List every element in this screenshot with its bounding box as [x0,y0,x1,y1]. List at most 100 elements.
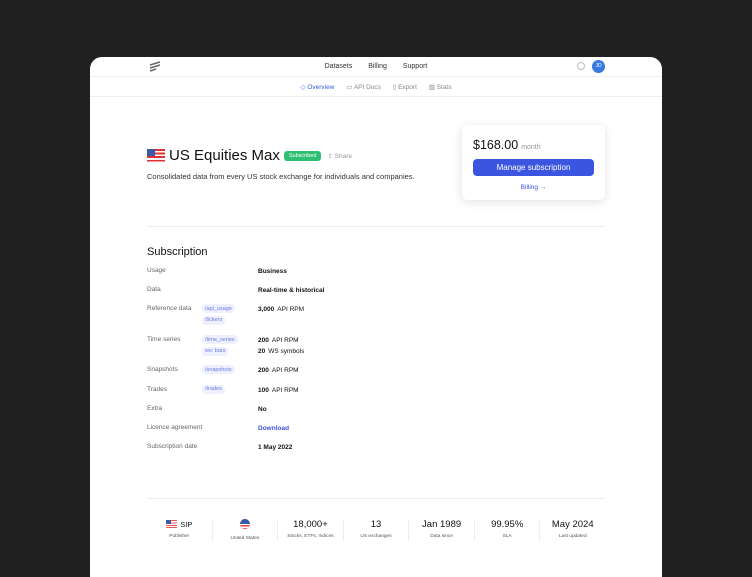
row-value: 1 May 2022 [258,443,292,454]
row-label: Data [147,286,161,294]
tab-overview[interactable]: ◇ Overview [301,84,335,91]
row-label: Extra [147,404,163,412]
table-row: Snapshots/snapshots 200 API RPM [147,365,447,385]
row-value: 3,000 API RPM [258,305,304,316]
divider [147,226,605,227]
row-label: Subscription date [147,443,198,451]
stat-value: 18,000+ [293,519,328,530]
row-value: Business [258,267,287,278]
share-button[interactable]: ⇪ Share [327,153,352,160]
top-nav: Datasets Billing Support JD [90,57,662,77]
endpoint-tags: /time_series ws: bars [202,335,238,358]
stat-label: Stocks, ETFs, Indices [287,534,334,539]
endpoint-tag[interactable]: /tickers [202,315,226,325]
endpoint-tags: /snapshots [202,365,235,377]
table-row: Usage Business [147,267,447,286]
tab-label: Overview [307,84,335,91]
nav-datasets[interactable]: Datasets [325,63,353,70]
value-text: 1 May 2022 [258,444,293,452]
tab-api-docs[interactable]: ▭ API Docs [346,84,381,91]
value-line: 1 May 2022 [258,443,292,454]
table-row: Extra No [147,405,447,424]
table-row: Data Real-time & historical [147,286,447,305]
value-line: No [258,405,267,416]
billing-link[interactable]: Billing → [473,184,594,191]
stats-bar: SIP Publisher United States 18,000+ Stocks, … [147,519,605,541]
stat-label: SLA [502,534,512,539]
tab-label: Stats [436,84,452,91]
endpoint-tags: /api_usage/tickers [202,304,235,327]
stat-item: 99.95% SLA [473,519,540,541]
endpoint-tag[interactable]: /time_series [202,335,238,345]
stat-label: Data since [430,534,453,539]
value-line: 200 API RPM [258,366,299,377]
app-window: Datasets Billing Support JD ◇ Overview ▭… [90,57,662,577]
stat-value-text: SIP [180,519,193,529]
value-text: Business [258,268,287,275]
value-line: 3,000 API RPM [258,305,304,316]
value-unit: WS symbols [268,347,305,355]
divider [147,498,605,499]
table-row: Subscription date 1 May 2022 [147,443,447,462]
stat-label: United States [230,536,260,541]
stat-item: Jan 1989 Data since [408,519,474,541]
endpoint-tags: /trades [202,384,225,397]
row-value: 100 API RPM [258,386,299,397]
download-link[interactable]: Download [258,425,289,432]
manage-subscription-button[interactable]: Manage subscription [473,159,594,176]
value-unit: API RPM [271,386,299,394]
value-line: Real-time & historical [258,286,324,297]
row-value: Real-time & historical [258,286,324,297]
nav-billing[interactable]: Billing [368,63,387,70]
value-line: 100 API RPM [258,386,299,397]
row-label: Snapshots [147,366,178,374]
stat-item: 13 US exchanges [342,519,409,541]
row-label: Time series [147,336,181,344]
stat-item: United States [211,519,278,541]
table-row: Reference data/api_usage/tickers 3,000 API… [147,304,447,336]
us-flag-icon [147,149,165,163]
dataset-header: US Equities Max Subscribed ⇪ Share Consoli… [147,147,415,181]
row-label: Licence agreement [147,423,203,431]
tab-export[interactable]: ▯ Export [393,84,417,91]
search-icon[interactable] [577,62,585,70]
value-line: Business [258,267,287,278]
value-number: 200 [258,367,269,375]
value-line: 200 API RPM [258,336,304,347]
share-label: Share [334,152,353,160]
table-row: Time series/time_series ws: bars 200 API RP… [147,335,447,366]
stat-item: 18,000+ Stocks, ETFs, Indices [277,519,343,541]
endpoint-tag[interactable]: /snapshots [202,365,235,375]
stat-value: 13 [370,519,382,530]
page-title: US Equities Max [169,147,280,165]
price-period: month [521,144,541,151]
row-value: No [258,405,267,416]
value-unit: API RPM [277,306,305,314]
value-text: No [258,405,267,413]
stat-item: SIP Publisher [147,519,212,541]
tab-stats[interactable]: ▥ Stats [429,84,452,91]
sub-nav: ◇ Overview ▭ API Docs ▯ Export ▥ Stats [90,77,662,97]
stat-label: US exchanges [360,534,392,539]
nav-support[interactable]: Support [403,63,428,70]
value-number: 100 [258,386,269,394]
price-amount: $168.00 [473,138,519,152]
stat-value: Jan 1989 [422,519,462,530]
stat-label: Last updated [558,534,587,539]
status-badge: Subscribed [283,150,322,161]
row-value: Download [258,424,289,435]
value-unit: API RPM [271,337,299,345]
section-title: Subscription [147,246,208,258]
stat-value: SIP [147,519,212,530]
endpoint-tag[interactable]: ws: bars [202,346,229,356]
price-card: $168.00 month Manage subscription Billing… [462,125,605,200]
table-row: Licence agreement Download [147,424,447,443]
row-label: Reference data [147,305,192,313]
table-row: Trades/trades 100 API RPM [147,384,447,405]
us-flag-round-icon [239,519,250,529]
avatar[interactable]: JD [592,60,605,73]
endpoint-tag[interactable]: /api_usage [202,304,235,314]
endpoint-tag[interactable]: /trades [202,384,225,394]
description: Consolidated data from every US stock ex… [147,172,415,181]
subscription-table: Usage Business Data Real-time & historical R… [147,267,447,462]
